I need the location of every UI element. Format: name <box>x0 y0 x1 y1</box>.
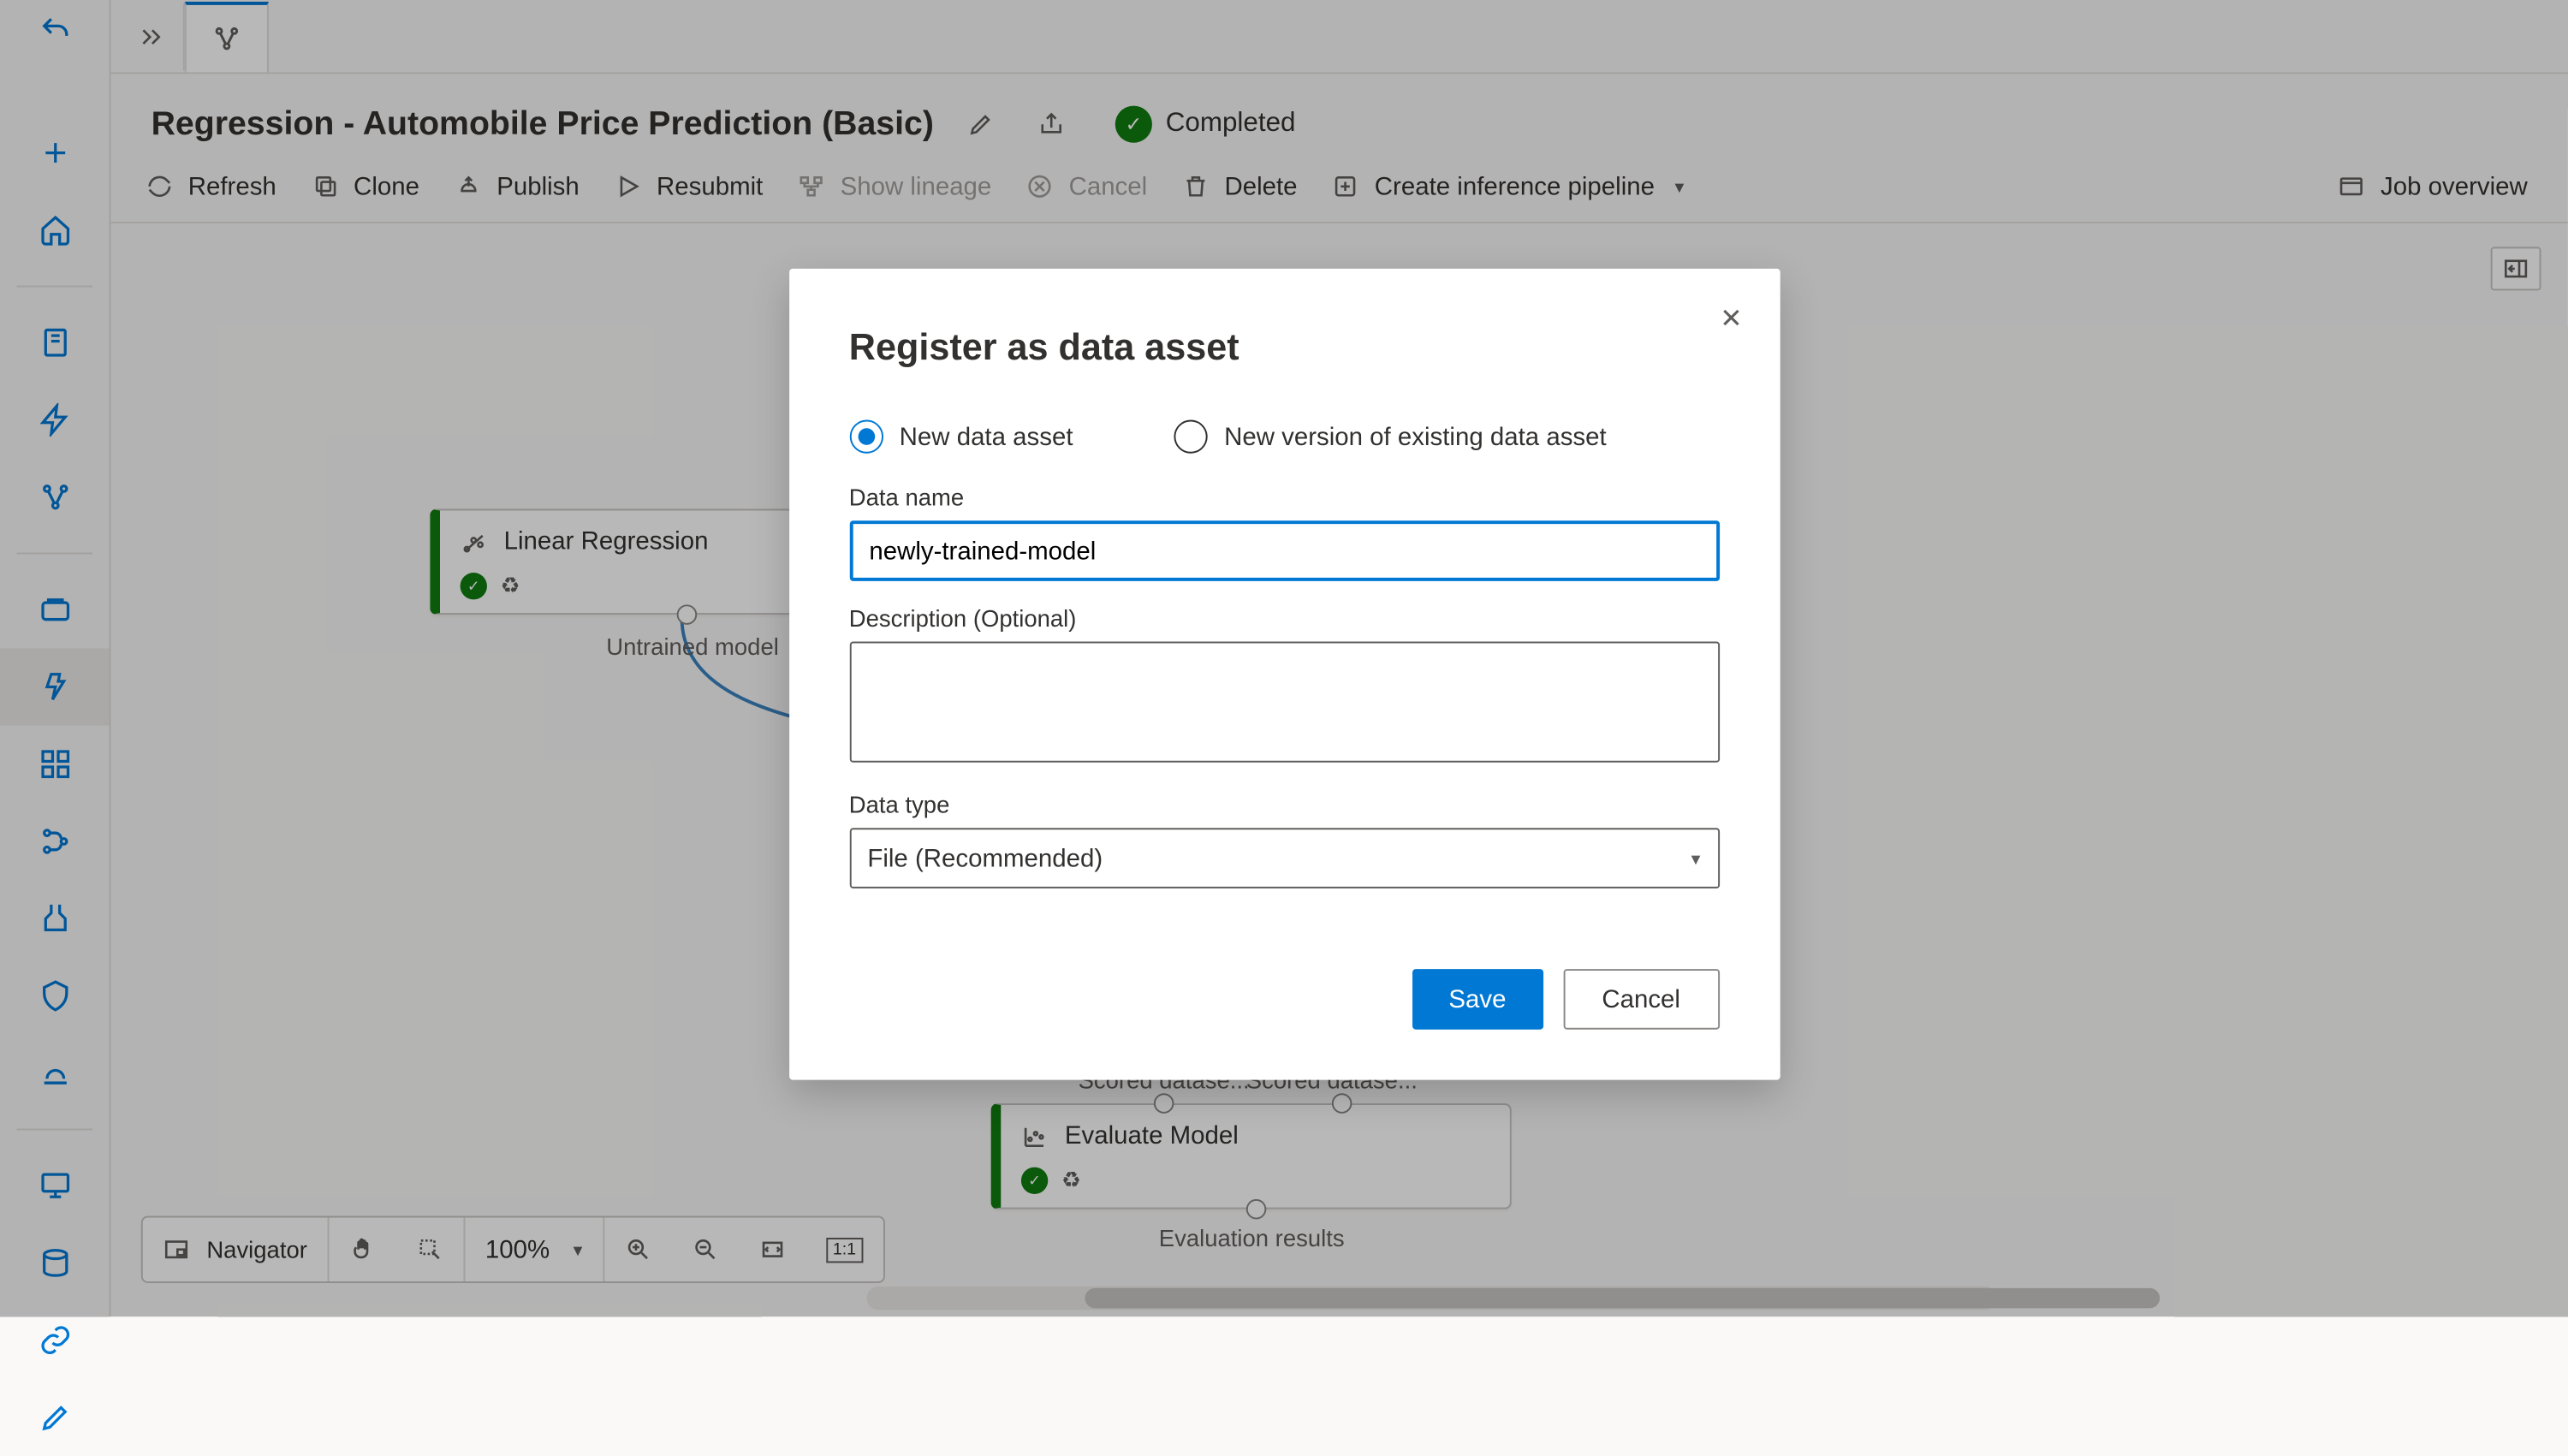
description-label: Description (Optional) <box>849 604 1719 631</box>
radio-label: New version of existing data asset <box>1224 422 1607 450</box>
register-data-asset-dialog: ✕ Register as data asset New data asset … <box>788 269 1780 1080</box>
modal-overlay: ✕ Register as data asset New data asset … <box>0 0 2568 1316</box>
radio-icon <box>849 420 883 454</box>
data-name-input[interactable] <box>849 520 1719 581</box>
data-type-label: Data type <box>849 791 1719 817</box>
cancel-modal-button[interactable]: Cancel <box>1563 969 1719 1030</box>
rail-labeling[interactable] <box>0 1379 110 1456</box>
save-button[interactable]: Save <box>1412 969 1543 1030</box>
data-name-label: Data name <box>849 484 1719 510</box>
radio-new-version[interactable]: New version of existing data asset <box>1174 420 1606 454</box>
dialog-title: Register as data asset <box>849 326 1719 370</box>
data-type-select[interactable]: File (Recommended) ▾ <box>849 828 1719 888</box>
select-value: File (Recommended) <box>867 844 1103 872</box>
description-input[interactable] <box>849 641 1719 762</box>
chevron-down-icon: ▾ <box>1691 847 1701 870</box>
radio-new-data-asset[interactable]: New data asset <box>849 420 1073 454</box>
radio-icon <box>1174 420 1207 454</box>
radio-label: New data asset <box>900 422 1073 450</box>
close-dialog-button[interactable]: ✕ <box>1720 302 1742 336</box>
